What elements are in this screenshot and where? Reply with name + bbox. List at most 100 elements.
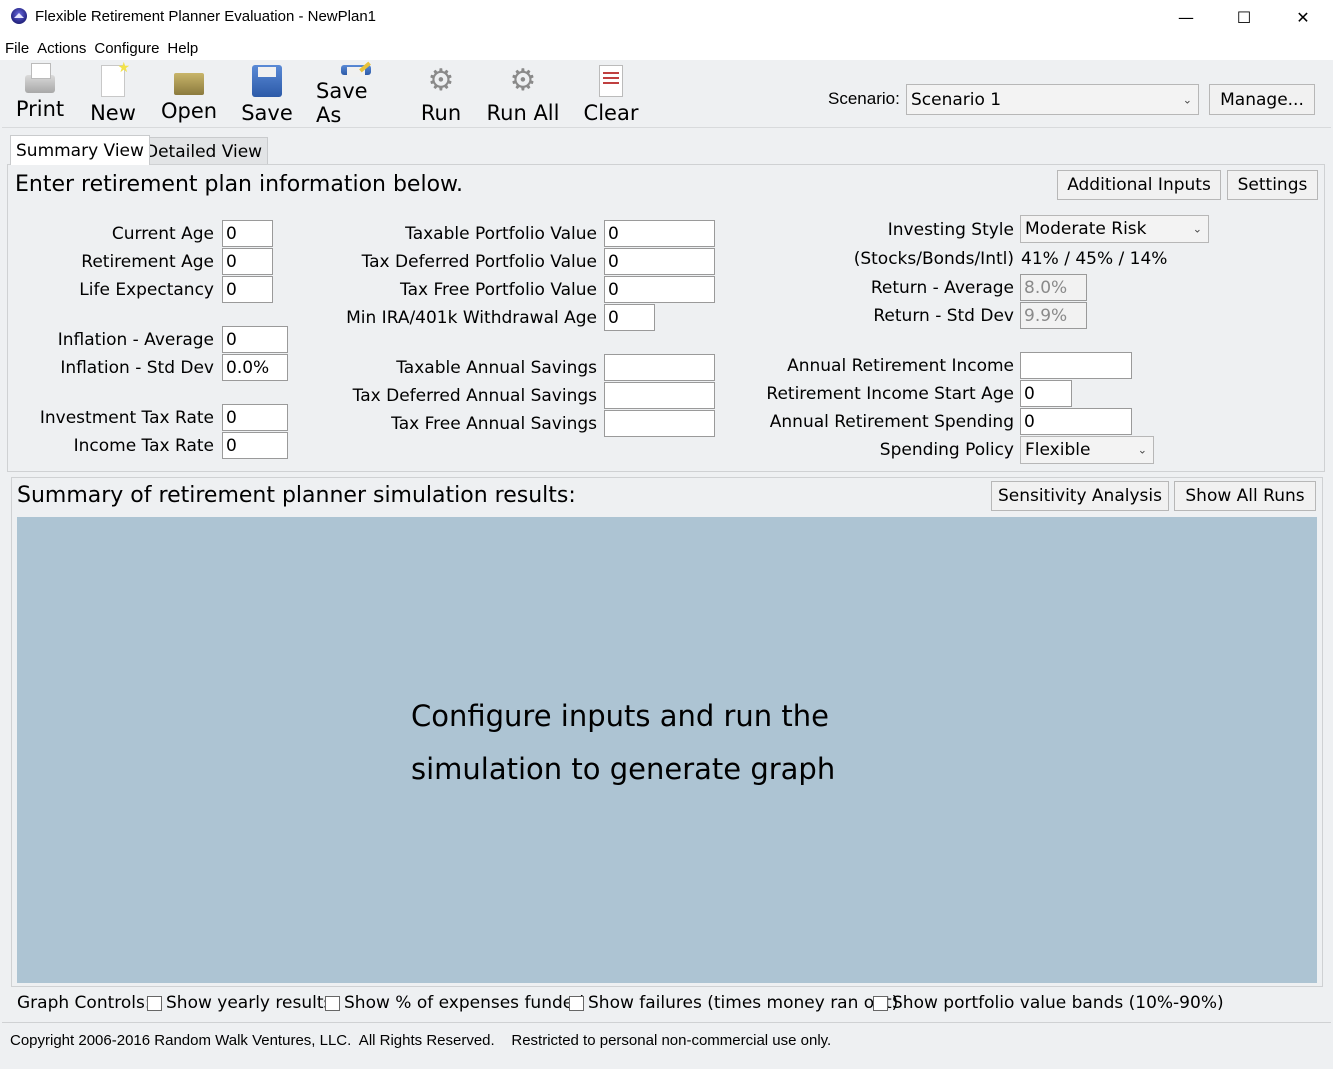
- copyright-footer: Copyright 2006-2016 Random Walk Ventures…: [10, 1032, 832, 1049]
- tax-deferred-savings-field[interactable]: [604, 382, 715, 409]
- floppy-disk-icon: [252, 65, 282, 97]
- open-label: Open: [160, 99, 218, 123]
- scenario-value: Scenario 1: [911, 89, 1002, 110]
- gear-icon: ⚙: [427, 63, 455, 98]
- menu-file[interactable]: File: [0, 38, 32, 60]
- minimize-button[interactable]: —: [1157, 0, 1215, 34]
- tab-summary-view[interactable]: Summary View: [10, 135, 150, 165]
- return-std-dev-field: 9.9%: [1020, 302, 1087, 329]
- sensitivity-analysis-button[interactable]: Sensitivity Analysis: [991, 481, 1169, 511]
- taxable-portfolio-field[interactable]: 0: [604, 220, 715, 247]
- tax-free-portfolio-field[interactable]: 0: [604, 276, 715, 303]
- checkbox-icon: [147, 995, 162, 1011]
- chevron-down-icon: ⌄: [1192, 222, 1202, 236]
- footer-divider: [2, 1022, 1331, 1023]
- investing-style-select[interactable]: Moderate Risk ⌄: [1020, 215, 1209, 243]
- income-tax-rate-label: Income Tax Rate: [73, 436, 214, 456]
- print-button[interactable]: Print: [12, 63, 68, 127]
- open-button[interactable]: Open: [160, 63, 218, 127]
- checkbox-icon: [569, 995, 584, 1011]
- run-all-label: Run All: [486, 101, 560, 125]
- taxable-savings-label: Taxable Annual Savings: [396, 358, 597, 378]
- inflation-std-dev-label: Inflation - Std Dev: [60, 358, 214, 378]
- tax-deferred-portfolio-label: Tax Deferred Portfolio Value: [361, 252, 597, 272]
- close-button[interactable]: ✕: [1274, 0, 1332, 34]
- current-age-label: Current Age: [111, 224, 214, 244]
- allocation-value: 41% / 45% / 14%: [1021, 249, 1168, 269]
- life-expectancy-field[interactable]: 0: [222, 276, 273, 303]
- checkbox-icon: [873, 995, 888, 1011]
- income-start-age-label: Retirement Income Start Age: [766, 384, 1014, 404]
- clear-document-icon: [599, 65, 623, 97]
- investing-style-value: Moderate Risk: [1025, 219, 1147, 239]
- spending-policy-label: Spending Policy: [879, 440, 1014, 460]
- menu-configure[interactable]: Configure: [89, 38, 162, 60]
- inflation-average-field[interactable]: 0: [222, 326, 288, 353]
- annual-retirement-spending-label: Annual Retirement Spending: [769, 412, 1014, 432]
- scenario-select[interactable]: Scenario 1 ⌄: [906, 84, 1199, 115]
- inflation-average-label: Inflation - Average: [57, 330, 214, 350]
- graph-controls-label: Graph Controls:: [17, 993, 151, 1013]
- inputs-heading: Enter retirement plan information below.: [15, 172, 464, 197]
- chevron-down-icon: ⌄: [1182, 93, 1192, 106]
- investment-tax-rate-field[interactable]: 0: [222, 404, 288, 431]
- return-std-dev-label: Return - Std Dev: [873, 306, 1014, 326]
- chevron-down-icon: ⌄: [1137, 443, 1147, 457]
- show-failures-checkbox[interactable]: Show failures (times money ran out): [569, 993, 898, 1013]
- tax-deferred-savings-label: Tax Deferred Annual Savings: [352, 386, 597, 406]
- income-tax-rate-field[interactable]: 0: [222, 432, 288, 459]
- show-yearly-results-checkbox[interactable]: Show yearly results: [147, 993, 332, 1013]
- annual-retirement-income-field[interactable]: [1020, 352, 1132, 379]
- annual-retirement-spending-field[interactable]: 0: [1020, 408, 1132, 435]
- graph-placeholder-message: Configure inputs and run the simulation …: [411, 690, 911, 796]
- save-as-label: Save As: [316, 79, 368, 127]
- scenario-label: Scenario:: [828, 89, 900, 108]
- investing-style-label: Investing Style: [887, 220, 1014, 240]
- settings-button[interactable]: Settings: [1227, 170, 1318, 200]
- gears-icon: ⚙: [509, 63, 537, 98]
- current-age-field[interactable]: 0: [222, 220, 273, 247]
- life-expectancy-label: Life Expectancy: [79, 280, 214, 300]
- min-ira-age-label: Min IRA/401k Withdrawal Age: [346, 308, 597, 328]
- show-all-runs-button[interactable]: Show All Runs: [1174, 481, 1316, 511]
- retirement-age-field[interactable]: 0: [222, 248, 273, 275]
- save-button[interactable]: Save: [240, 63, 294, 127]
- tax-free-portfolio-label: Tax Free Portfolio Value: [400, 280, 597, 300]
- show-value-bands-checkbox[interactable]: Show portfolio value bands (10%-90%): [873, 993, 1224, 1013]
- graph-message-line-2: simulation to generate graph: [411, 752, 836, 786]
- new-file-icon: [101, 60, 130, 97]
- annual-retirement-income-label: Annual Retirement Income: [787, 356, 1014, 376]
- return-average-field: 8.0%: [1020, 274, 1087, 301]
- save-as-button[interactable]: Save As: [316, 63, 396, 127]
- graph-message-line-1: Configure inputs and run the: [411, 699, 829, 733]
- tab-detailed-view[interactable]: Detailed View: [139, 137, 269, 165]
- run-label: Run: [420, 101, 462, 125]
- menu-bar: File Actions Configure Help: [0, 38, 201, 60]
- menu-help[interactable]: Help: [162, 38, 201, 60]
- manage-button[interactable]: Manage...: [1209, 84, 1315, 115]
- taxable-savings-field[interactable]: [604, 354, 715, 381]
- new-button[interactable]: New: [88, 60, 138, 127]
- run-all-button[interactable]: ⚙ Run All: [486, 63, 560, 127]
- show-expenses-funded-checkbox[interactable]: Show % of expenses funded: [325, 993, 584, 1013]
- printer-icon: [25, 63, 55, 93]
- additional-inputs-button[interactable]: Additional Inputs: [1057, 170, 1221, 200]
- allocation-label: (Stocks/Bonds/Intl): [853, 249, 1014, 269]
- investment-tax-rate-label: Investment Tax Rate: [39, 408, 214, 428]
- new-label: New: [90, 101, 136, 125]
- show-expenses-funded-label: Show % of expenses funded: [344, 993, 585, 1013]
- inflation-std-dev-field[interactable]: 0.0%: [222, 354, 288, 381]
- spending-policy-select[interactable]: Flexible ⌄: [1020, 436, 1154, 464]
- min-ira-age-field[interactable]: 0: [604, 304, 655, 331]
- tax-free-savings-field[interactable]: [604, 410, 715, 437]
- taxable-portfolio-label: Taxable Portfolio Value: [405, 224, 597, 244]
- run-button[interactable]: ⚙ Run: [418, 63, 464, 127]
- clear-button[interactable]: Clear: [582, 63, 640, 127]
- maximize-button[interactable]: ☐: [1215, 0, 1273, 34]
- app-logo-icon: [11, 8, 27, 24]
- show-failures-label: Show failures (times money ran out): [588, 993, 899, 1013]
- folder-open-icon: [174, 73, 204, 95]
- income-start-age-field[interactable]: 0: [1020, 380, 1072, 407]
- tax-deferred-portfolio-field[interactable]: 0: [604, 248, 715, 275]
- menu-actions[interactable]: Actions: [32, 38, 89, 60]
